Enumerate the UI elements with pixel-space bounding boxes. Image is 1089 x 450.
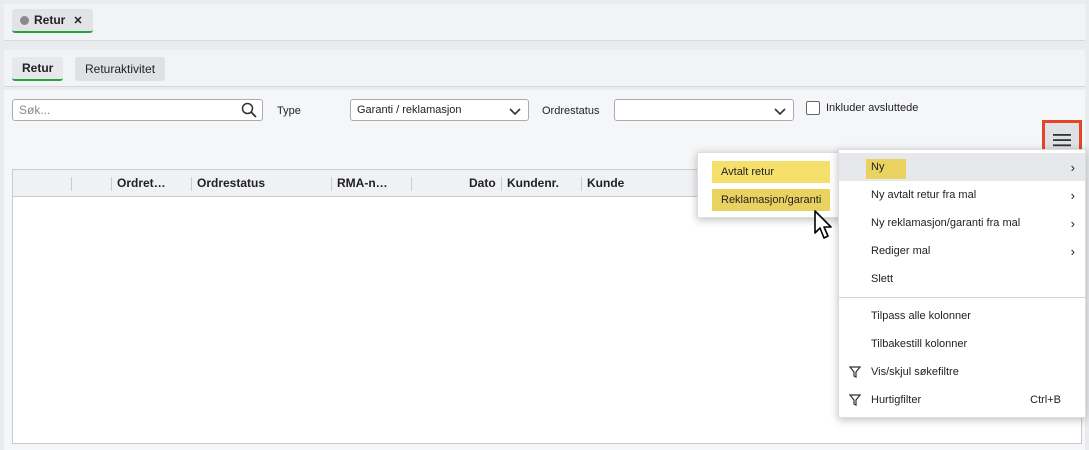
- menu-item-vis-skjul-sokefiltre[interactable]: Vis/skjul søkefiltre: [839, 358, 1085, 386]
- ordrestatus-select[interactable]: [614, 99, 794, 121]
- type-select[interactable]: Garanti / reklamasjon: [350, 99, 529, 121]
- hamburger-icon: [1053, 134, 1071, 147]
- menu-item-tilbakestill-kolonner[interactable]: Tilbakestill kolonner: [839, 330, 1085, 358]
- search-input[interactable]: Søk...: [12, 99, 263, 121]
- column-separator: [191, 177, 192, 191]
- menu-item-label: Vis/skjul søkefiltre: [871, 366, 959, 378]
- chevron-down-icon: [774, 108, 786, 116]
- menu-item-label: Ny avtalt retur fra mal: [871, 189, 977, 201]
- column-header-ordretype[interactable]: Ordret…: [117, 170, 166, 196]
- menu-item-label: Slett: [871, 273, 894, 285]
- column-separator: [411, 177, 412, 191]
- menu-item-ny-avtalt-retur-fra-mal[interactable]: Ny avtalt retur fra mal ›: [839, 181, 1085, 209]
- include-closed-label: Inkluder avsluttede: [826, 102, 919, 114]
- context-menu: Ny › Ny avtalt retur fra mal › Ny reklam…: [838, 149, 1086, 418]
- column-separator: [581, 177, 582, 191]
- menu-divider: [839, 297, 1085, 298]
- menu-item-slett[interactable]: Slett: [839, 265, 1085, 293]
- menu-item-label: Tilpass alle kolonner: [871, 310, 971, 322]
- menu-item-label: Ny: [871, 161, 885, 173]
- type-select-value: Garanti / reklamasjon: [357, 104, 462, 116]
- ordrestatus-label: Ordrestatus: [542, 105, 600, 117]
- menu-item-tilpass-alle-kolonner[interactable]: Tilpass alle kolonner: [839, 302, 1085, 330]
- filter-icon: [849, 394, 861, 406]
- include-closed-checkbox[interactable]: [806, 101, 820, 115]
- close-icon[interactable]: ✕: [73, 14, 82, 27]
- tab-returaktivitet[interactable]: Returaktivitet: [75, 57, 166, 81]
- sub-tab-bar: Retur Returaktivitet: [4, 50, 1085, 87]
- column-header-ordrestatus[interactable]: Ordrestatus: [197, 170, 265, 196]
- menu-item-label: Ny reklamasjon/garanti fra mal: [871, 217, 1021, 229]
- chevron-down-icon: [509, 108, 521, 116]
- menu-item-rediger-mal[interactable]: Rediger mal ›: [839, 237, 1085, 265]
- chevron-right-icon: ›: [1070, 187, 1075, 203]
- menu-item-ny[interactable]: Ny ›: [839, 153, 1085, 181]
- document-tab-label: Retur: [34, 13, 66, 27]
- chevron-right-icon: ›: [1070, 215, 1075, 231]
- search-icon[interactable]: [241, 102, 257, 118]
- submenu-item-reklamasjon-garanti[interactable]: Reklamasjon/garanti: [712, 189, 830, 211]
- column-separator: [71, 177, 72, 191]
- status-dot-icon: [20, 15, 29, 25]
- shortcut-label: Ctrl+B: [1030, 394, 1061, 406]
- column-header-kunde[interactable]: Kunde: [587, 170, 624, 196]
- chevron-right-icon: ›: [1070, 243, 1075, 259]
- menu-item-label: Rediger mal: [871, 245, 931, 257]
- column-separator: [501, 177, 502, 191]
- column-header-dato[interactable]: Dato: [469, 170, 496, 196]
- chevron-right-icon: ›: [1070, 159, 1075, 175]
- submenu-item-avtalt-retur[interactable]: Avtalt retur: [712, 161, 830, 183]
- column-separator: [111, 177, 112, 191]
- column-separator: [331, 177, 332, 191]
- menu-item-hurtigfilter[interactable]: Hurtigfilter Ctrl+B: [839, 386, 1085, 414]
- menu-item-label: Hurtigfilter: [871, 394, 922, 406]
- filter-icon: [849, 366, 861, 378]
- type-label: Type: [277, 105, 301, 117]
- column-header-rma[interactable]: RMA-n…: [337, 170, 388, 196]
- column-header-kundenr[interactable]: Kundenr.: [507, 170, 559, 196]
- document-tab-retur[interactable]: Retur ✕: [12, 9, 93, 33]
- tab-retur[interactable]: Retur: [12, 57, 64, 81]
- menu-item-label: Tilbakestill kolonner: [871, 338, 968, 350]
- document-tab-bar: Retur ✕: [4, 4, 1085, 41]
- menu-item-ny-reklamasjon-garanti-fra-mal[interactable]: Ny reklamasjon/garanti fra mal ›: [839, 209, 1085, 237]
- mouse-cursor-icon: [814, 210, 832, 239]
- search-placeholder: Søk...: [19, 103, 51, 117]
